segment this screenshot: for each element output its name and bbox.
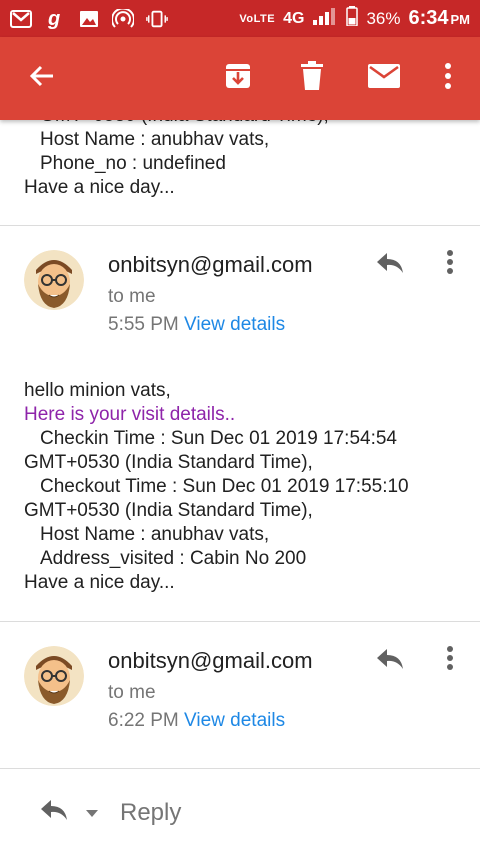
back-button[interactable] bbox=[14, 37, 70, 120]
message-divider bbox=[0, 225, 480, 226]
greeting-line: hello minion vats, bbox=[24, 380, 171, 401]
archive-icon bbox=[223, 61, 253, 96]
partial-line: GMT+0530 (India Standard Time), bbox=[24, 120, 329, 128]
message-time-row: 6:22 PM View details bbox=[108, 710, 285, 732]
message-time: 5:55 PM bbox=[108, 314, 179, 335]
reply-icon bbox=[375, 647, 405, 676]
message-more-button[interactable] bbox=[436, 642, 464, 678]
checkout-line: Checkout Time : Sun Dec 01 2019 17:55:10 bbox=[40, 476, 409, 497]
checkin-line: Checkin Time : Sun Dec 01 2019 17:54:54 bbox=[40, 428, 398, 449]
message-header[interactable]: onbitsyn@gmail.com to me 5:55 PM View de… bbox=[0, 249, 480, 350]
view-details-link[interactable]: View details bbox=[184, 314, 285, 335]
message-divider bbox=[0, 768, 480, 769]
conversation-view: GMT+0530 (India Standard Time), Host Nam… bbox=[0, 120, 480, 854]
checkin-tz-line: GMT+0530 (India Standard Time), bbox=[24, 452, 313, 473]
checkout-tz-line: GMT+0530 (India Standard Time), bbox=[24, 500, 313, 521]
reply-options-dropdown[interactable] bbox=[82, 804, 102, 824]
reply-icon bbox=[39, 798, 69, 827]
phone-line: Phone_no : undefined bbox=[40, 153, 226, 174]
caret-down-icon bbox=[86, 805, 98, 823]
clock: 6:34 PM bbox=[408, 7, 470, 30]
avatar[interactable] bbox=[24, 250, 84, 310]
volte-indicator: VoLTE bbox=[239, 12, 276, 25]
address-line: Address_visited : Cabin No 200 bbox=[40, 548, 307, 569]
view-details-link[interactable]: View details bbox=[184, 710, 285, 731]
archive-button[interactable] bbox=[210, 37, 266, 120]
network-type: 4G bbox=[283, 9, 305, 27]
recipient-line: to me bbox=[108, 682, 156, 703]
more-vert-icon bbox=[446, 249, 454, 280]
more-vert-icon bbox=[444, 62, 452, 95]
gmail-icon bbox=[10, 9, 32, 29]
message-divider bbox=[0, 621, 480, 622]
back-arrow-icon bbox=[28, 62, 56, 95]
reply-action-button[interactable] bbox=[34, 796, 74, 828]
svg-text:g: g bbox=[48, 9, 60, 29]
sender-email: onbitsyn@gmail.com bbox=[108, 648, 313, 673]
recipient-line: to me bbox=[108, 286, 156, 307]
delete-icon bbox=[300, 61, 324, 96]
signoff-line: Have a nice day... bbox=[24, 177, 175, 198]
more-vert-icon bbox=[446, 645, 454, 676]
host-line: Host Name : anubhav vats, bbox=[40, 129, 270, 150]
hotspot-icon bbox=[112, 8, 134, 29]
reply-button[interactable] bbox=[372, 250, 408, 280]
reply-icon bbox=[375, 251, 405, 280]
clock-ampm: PM bbox=[450, 12, 471, 27]
reply-button[interactable] bbox=[372, 646, 408, 676]
message-time: 6:22 PM bbox=[108, 710, 179, 731]
delete-button[interactable] bbox=[284, 37, 340, 120]
more-options-button[interactable] bbox=[420, 37, 476, 120]
clock-time: 6:34 bbox=[408, 7, 449, 29]
signal-icon bbox=[312, 7, 338, 30]
status-bar: g VoLTE 4G 36% 6:34 PM bbox=[0, 0, 480, 37]
vibrate-icon bbox=[146, 9, 168, 29]
message-time-row: 5:55 PM View details bbox=[108, 314, 285, 336]
image-icon bbox=[78, 9, 100, 29]
avatar[interactable] bbox=[24, 646, 84, 706]
message-header[interactable]: onbitsyn@gmail.com to me 6:22 PM View de… bbox=[0, 645, 480, 746]
mail-icon bbox=[368, 64, 400, 93]
message-more-button[interactable] bbox=[436, 246, 464, 282]
g-icon: g bbox=[44, 9, 66, 29]
battery-percent: 36% bbox=[366, 8, 401, 28]
reply-bar: Reply bbox=[0, 770, 480, 854]
reply-label[interactable]: Reply bbox=[120, 799, 181, 827]
host-line: Host Name : anubhav vats, bbox=[40, 524, 270, 545]
app-toolbar bbox=[0, 37, 480, 120]
battery-icon bbox=[346, 6, 359, 31]
sender-email: onbitsyn@gmail.com bbox=[108, 252, 313, 277]
intro-line: Here is your visit details.. bbox=[24, 404, 236, 425]
signoff-line: Have a nice day... bbox=[24, 572, 175, 593]
mark-unread-button[interactable] bbox=[356, 37, 412, 120]
